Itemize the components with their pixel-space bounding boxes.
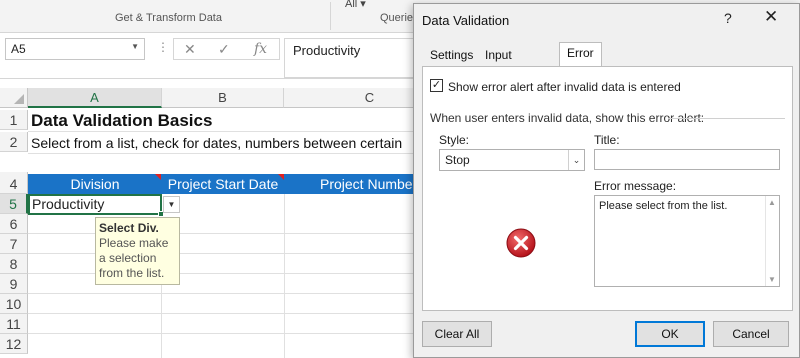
cancel-icon[interactable]: ✕ <box>184 41 196 58</box>
comment-indicator <box>155 174 161 180</box>
row-header-5[interactable]: 5 <box>0 194 28 214</box>
tab-error-alert[interactable]: Error Alert <box>559 42 602 80</box>
group-divider <box>668 118 785 119</box>
chevron-down-icon[interactable]: ▼ <box>131 42 139 51</box>
help-icon[interactable]: ? <box>724 10 732 26</box>
ok-button[interactable]: OK <box>635 321 705 347</box>
enter-icon[interactable]: ✓ <box>218 41 230 58</box>
tab-input-message[interactable]: Input Message <box>477 44 542 82</box>
select-all-corner[interactable] <box>0 88 28 108</box>
ribbon-separator <box>330 2 331 30</box>
error-message-textarea[interactable]: Please select from the list. ▲ ▼ <box>594 195 780 287</box>
tooltip-body: Please make a selection from the list. <box>99 236 169 280</box>
row-header-12[interactable]: 12 <box>0 334 28 354</box>
row-header-8[interactable]: 8 <box>0 254 28 274</box>
stop-error-icon <box>506 228 536 258</box>
error-message-label: Error message: <box>594 179 677 193</box>
chevron-down-icon[interactable]: ⌄ <box>568 150 584 170</box>
header-project-start-date[interactable]: Project Start Date <box>162 174 284 194</box>
row-header-10[interactable]: 10 <box>0 294 28 314</box>
sheet-subtitle[interactable]: Select from a list, check for dates, num… <box>31 133 411 153</box>
row-header-11[interactable]: 11 <box>0 314 28 334</box>
title-label: Title: <box>594 133 620 147</box>
row-header-4[interactable]: 4 <box>0 174 28 194</box>
header-division[interactable]: Division <box>28 174 162 194</box>
dialog-title: Data Validation <box>422 13 510 28</box>
input-message-tooltip: Select Div. Please make a selection from… <box>95 217 180 285</box>
active-cell-a5[interactable]: Productivity <box>28 194 164 217</box>
scroll-down-icon[interactable]: ▼ <box>768 275 776 284</box>
cancel-button[interactable]: Cancel <box>713 321 789 347</box>
title-input[interactable] <box>594 149 780 170</box>
tooltip-title: Select Div. <box>99 221 159 235</box>
ribbon-group-label: Get & Transform Data <box>115 12 222 24</box>
insert-function-icon[interactable]: fx <box>254 41 267 57</box>
style-select[interactable]: Stop ⌄ <box>439 149 585 171</box>
name-box[interactable]: A5 ▼ <box>5 38 145 60</box>
sheet-title[interactable]: Data Validation Basics <box>31 110 411 132</box>
gridline <box>284 194 285 358</box>
show-alert-checkbox[interactable]: ✓ <box>430 79 443 92</box>
column-header-a[interactable]: A <box>28 88 162 108</box>
all-dropdown[interactable]: All ▾ <box>345 0 366 10</box>
clear-all-button[interactable]: Clear All <box>422 321 492 347</box>
close-icon[interactable]: ✕ <box>764 7 778 27</box>
textarea-scrollbar[interactable]: ▲ ▼ <box>765 196 779 286</box>
row-header-1[interactable]: 1 <box>0 110 28 130</box>
error-alert-panel: ✓ Show error alert after invalid data is… <box>422 66 793 311</box>
column-header-b[interactable]: B <box>162 88 284 108</box>
style-label: Style: <box>439 133 470 147</box>
scroll-up-icon[interactable]: ▲ <box>768 198 776 207</box>
more-icon: ⋮ <box>157 40 169 54</box>
show-alert-label[interactable]: Show error alert after invalid data is e… <box>448 80 681 94</box>
cell-dropdown-button[interactable]: ▼ <box>163 196 180 213</box>
row-header-7[interactable]: 7 <box>0 234 28 254</box>
row-header-6[interactable]: 6 <box>0 214 28 234</box>
formula-controls: ✕ ✓ fx <box>173 38 280 60</box>
group-label: When user enters invalid data, show this… <box>430 111 705 125</box>
row-header-9[interactable]: 9 <box>0 274 28 294</box>
tab-settings[interactable]: Settings <box>422 44 481 66</box>
row-header-2[interactable]: 2 <box>0 132 28 152</box>
data-validation-dialog: Data Validation ? ✕ Settings Input Messa… <box>413 3 800 358</box>
